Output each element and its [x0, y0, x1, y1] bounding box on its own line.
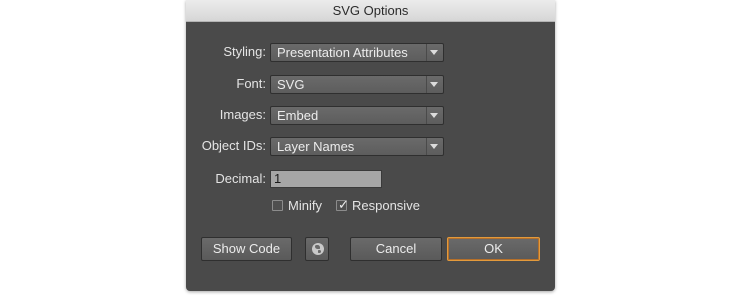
show-code-button[interactable]: Show Code — [201, 237, 292, 261]
ok-button[interactable]: OK — [447, 237, 540, 261]
chevron-down-icon — [430, 82, 438, 87]
minify-checkbox[interactable] — [272, 200, 283, 211]
styling-label: Styling: — [223, 44, 266, 59]
chevron-down-icon — [430, 144, 438, 149]
images-label: Images: — [219, 107, 266, 122]
decimal-label: Decimal: — [215, 171, 266, 186]
styling-dropdown[interactable]: Presentation Attributes — [270, 43, 444, 62]
object-ids-value: Layer Names — [277, 139, 355, 154]
minify-label: Minify — [288, 198, 322, 213]
images-dropdown[interactable]: Embed — [270, 106, 444, 125]
dialog-title: SVG Options — [186, 0, 555, 22]
minify-option[interactable]: Minify — [272, 197, 342, 215]
styling-value: Presentation Attributes — [277, 45, 408, 60]
images-dropdown-arrow — [426, 107, 443, 124]
globe-button[interactable] — [305, 237, 329, 261]
font-label: Font: — [236, 76, 266, 91]
chevron-down-icon — [430, 50, 438, 55]
responsive-option[interactable]: ✓ Responsive — [336, 197, 436, 215]
decimal-input[interactable]: 1 — [270, 170, 382, 188]
font-value: SVG — [277, 77, 305, 92]
object-ids-dropdown[interactable]: Layer Names — [270, 137, 444, 156]
svg-options-dialog: SVG Options Styling: Presentation Attrib… — [186, 0, 555, 291]
font-dropdown-arrow — [426, 76, 443, 93]
object-ids-label: Object IDs: — [201, 138, 266, 153]
images-value: Embed — [277, 108, 319, 123]
cancel-button[interactable]: Cancel — [350, 237, 442, 261]
responsive-checkbox[interactable]: ✓ — [336, 197, 349, 212]
font-dropdown[interactable]: SVG — [270, 75, 444, 94]
chevron-down-icon — [430, 113, 438, 118]
checkmark-icon: ✓ — [338, 197, 349, 212]
object-ids-dropdown-arrow — [426, 138, 443, 155]
globe-icon — [312, 243, 324, 255]
responsive-label: Responsive — [352, 198, 420, 213]
styling-dropdown-arrow — [426, 44, 443, 61]
